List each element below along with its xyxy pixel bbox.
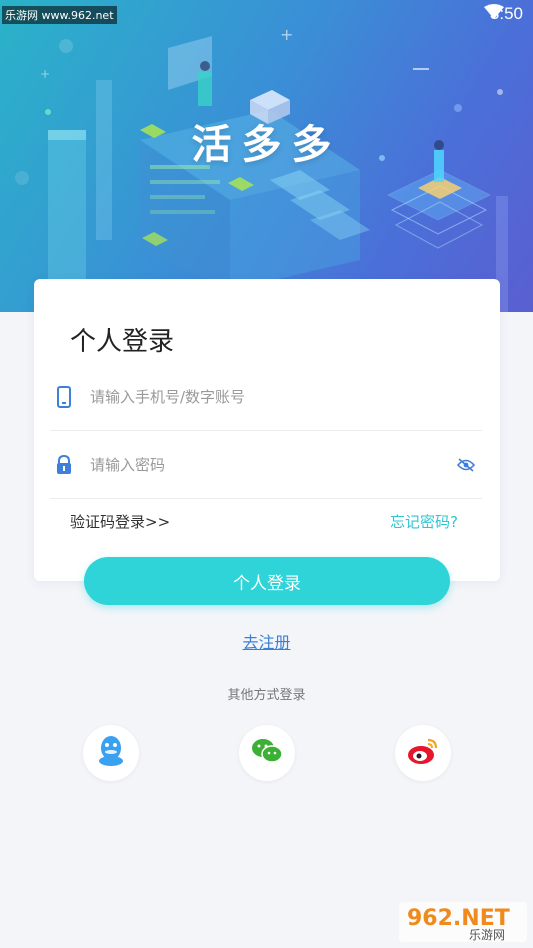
weibo-icon	[406, 736, 440, 770]
watermark-bottom-right: 962.NET 乐游网	[399, 898, 527, 944]
password-input[interactable]	[90, 455, 454, 474]
login-card: 个人登录 验证码登录>> 忘记密码?	[34, 279, 500, 581]
status-bar: 3:50	[483, 4, 523, 24]
svg-text:+: +	[280, 25, 293, 44]
lock-icon	[52, 453, 76, 477]
login-button[interactable]: 个人登录	[84, 557, 450, 605]
weibo-login-button[interactable]	[395, 725, 451, 781]
other-methods-label: 其他方式登录	[227, 688, 306, 703]
qq-icon	[96, 735, 126, 771]
phone-input[interactable]	[90, 387, 482, 406]
card-title: 个人登录	[70, 327, 175, 357]
phone-icon	[52, 385, 76, 409]
svg-text:+: +	[40, 67, 50, 81]
app-title: 活多多	[191, 122, 342, 168]
watermark-top-left: 乐游网 www.962.net	[2, 6, 117, 24]
wechat-icon	[251, 737, 283, 769]
password-field-row	[50, 431, 482, 499]
eye-icon[interactable]	[454, 453, 478, 477]
phone-field-row	[50, 363, 482, 431]
code-login-link[interactable]: 验证码登录>>	[70, 511, 170, 532]
forgot-password-link[interactable]: 忘记密码?	[390, 511, 458, 532]
watermark-sub: 乐游网	[469, 928, 505, 942]
register-link[interactable]: 去注册	[0, 629, 533, 653]
header-banner: + + 乐游网 www.962.net 3:50 活多多	[0, 0, 533, 312]
qq-login-button[interactable]	[83, 725, 139, 781]
wechat-login-button[interactable]	[239, 725, 295, 781]
